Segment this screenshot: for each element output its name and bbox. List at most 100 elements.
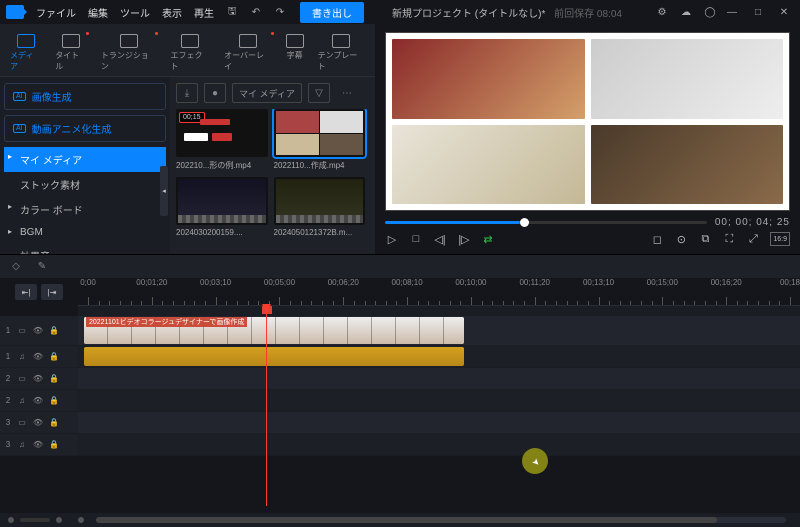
filter-icon[interactable]: ▽ bbox=[308, 83, 330, 103]
track-lane[interactable] bbox=[78, 368, 800, 389]
seek-bar[interactable] bbox=[385, 221, 707, 224]
settings-icon[interactable]: ⚙ bbox=[652, 2, 672, 22]
preview-panel: 00; 00; 04; 25 ▷ □ ◁| |▷ ⇄ ◻ ⊙ ⧉ ⛶ ⤢ 16:… bbox=[375, 24, 800, 254]
sidebar-item-sfx[interactable]: 効果音 bbox=[4, 243, 166, 254]
snap-left-button[interactable]: ⇤| bbox=[15, 284, 37, 300]
visibility-toggle[interactable]: 👁 bbox=[32, 351, 44, 363]
lock-toggle[interactable]: 🔒 bbox=[48, 395, 60, 407]
quality-icon[interactable]: ⊙ bbox=[674, 232, 688, 246]
import-icon[interactable]: ⤓ bbox=[176, 83, 198, 103]
record-icon[interactable]: ● bbox=[204, 83, 226, 103]
more-icon[interactable]: ⋯ bbox=[336, 83, 358, 103]
play-button[interactable]: ▷ bbox=[385, 232, 399, 246]
app-logo-icon[interactable] bbox=[6, 5, 24, 19]
track-lane[interactable] bbox=[78, 390, 800, 411]
menu-file[interactable]: ファイル bbox=[30, 5, 82, 20]
tab-subtitle[interactable]: 字幕 bbox=[280, 30, 310, 76]
compare-icon[interactable]: ⧉ bbox=[698, 232, 712, 246]
visibility-toggle[interactable]: 👁 bbox=[32, 395, 44, 407]
media-item[interactable]: 00;14 2024050121372B.m... bbox=[274, 177, 366, 237]
tab-media[interactable]: メディア bbox=[4, 30, 47, 76]
timeline-scrollbar[interactable] bbox=[96, 517, 786, 523]
fullscreen-icon[interactable]: ⤢ bbox=[746, 232, 760, 246]
track-lane[interactable] bbox=[78, 434, 800, 455]
media-sidebar: AI画像生成 AI動画アニメ化生成 マイ メディア ストック素材 カラー ボード… bbox=[0, 77, 170, 254]
sidebar-item-bgm[interactable]: BGM bbox=[4, 222, 166, 243]
menu-play[interactable]: 再生 bbox=[188, 5, 220, 20]
timeline-toolbar: ◇ ✎ bbox=[0, 254, 800, 278]
collapse-sidebar-button[interactable]: ◂ bbox=[160, 166, 168, 216]
music-icon: ♫ bbox=[16, 395, 28, 407]
minimize-button[interactable]: ― bbox=[722, 2, 742, 22]
lock-toggle[interactable]: 🔒 bbox=[48, 439, 60, 451]
sidebar-item-colorboard[interactable]: カラー ボード bbox=[4, 197, 166, 222]
undo-icon[interactable]: ↶ bbox=[246, 2, 266, 22]
tab-template[interactable]: テンプレート bbox=[312, 30, 371, 76]
next-frame-button[interactable]: |▷ bbox=[457, 232, 471, 246]
tab-overlay[interactable]: オーバーレイ bbox=[218, 30, 278, 76]
film-icon: ▭ bbox=[16, 373, 28, 385]
track-lane[interactable]: 20221101ビデオコラージュデザイナーで画像作成 bbox=[78, 316, 800, 345]
preview-canvas[interactable] bbox=[385, 32, 790, 211]
ai-image-gen-button[interactable]: AI画像生成 bbox=[4, 83, 166, 110]
tab-effect[interactable]: エフェクト bbox=[164, 30, 216, 76]
menu-edit[interactable]: 編集 bbox=[82, 5, 114, 20]
pen-tool-icon[interactable]: ✎ bbox=[34, 259, 50, 275]
save-icon[interactable]: 🖫 bbox=[222, 2, 242, 22]
lock-toggle[interactable]: 🔒 bbox=[48, 351, 60, 363]
close-button[interactable]: ✕ bbox=[774, 2, 794, 22]
tab-title[interactable]: タイトル bbox=[49, 30, 93, 76]
lock-toggle[interactable]: 🔒 bbox=[48, 417, 60, 429]
media-item[interactable]: 00;26 2024030200159.... bbox=[176, 177, 268, 237]
ruler-label: 00;16;20 bbox=[711, 278, 742, 287]
audio-clip[interactable] bbox=[84, 347, 464, 366]
video-clip[interactable]: 20221101ビデオコラージュデザイナーで画像作成 bbox=[84, 317, 464, 344]
stop-button[interactable]: □ bbox=[409, 232, 423, 246]
media-item[interactable]: 00;09 2022110...作成.mp4 bbox=[274, 109, 366, 171]
track-row: 1 ▭ 👁 🔒20221101ビデオコラージュデザイナーで画像作成 bbox=[0, 316, 800, 346]
prev-frame-button[interactable]: ◁| bbox=[433, 232, 447, 246]
fit-icon[interactable]: ⛶ bbox=[722, 232, 736, 246]
keyframe-icon[interactable]: ◇ bbox=[8, 259, 24, 275]
snap-right-button[interactable]: |⇥ bbox=[41, 284, 63, 300]
tab-transition[interactable]: トランジション bbox=[95, 30, 163, 76]
zoom-out-button[interactable] bbox=[8, 517, 14, 523]
seek-knob[interactable] bbox=[520, 218, 529, 227]
film-icon: ▭ bbox=[16, 417, 28, 429]
timeline-ruler[interactable]: 0;0000;01;2000;03;1000;05;0000;06;2000;0… bbox=[78, 278, 800, 306]
track-row: 1 ♫ 👁 🔒 bbox=[0, 346, 800, 368]
ruler-label: 00;08;10 bbox=[392, 278, 423, 287]
maximize-button[interactable]: □ bbox=[748, 2, 768, 22]
track-lane[interactable] bbox=[78, 346, 800, 367]
notification-icon[interactable]: ☁ bbox=[676, 2, 696, 22]
track-lane[interactable] bbox=[78, 412, 800, 433]
visibility-toggle[interactable]: 👁 bbox=[32, 325, 44, 337]
sidebar-item-stock[interactable]: ストック素材 bbox=[4, 172, 166, 197]
menu-tool[interactable]: ツール bbox=[114, 5, 156, 20]
ai-video-gen-button[interactable]: AI動画アニメ化生成 bbox=[4, 115, 166, 142]
snapshot-icon[interactable]: ◻ bbox=[650, 232, 664, 246]
scrollbar-thumb[interactable] bbox=[96, 517, 717, 523]
track-header: 1 ♫ 👁 🔒 bbox=[0, 346, 78, 367]
playhead[interactable] bbox=[266, 306, 267, 506]
account-icon[interactable]: ◯ bbox=[700, 2, 720, 22]
export-button[interactable]: 書き出し bbox=[300, 2, 364, 23]
redo-icon[interactable]: ↷ bbox=[270, 2, 290, 22]
aspect-ratio-button[interactable]: 16:9 bbox=[770, 232, 790, 246]
loop-button[interactable]: ⇄ bbox=[481, 232, 495, 246]
sidebar-item-mymedia[interactable]: マイ メディア bbox=[4, 147, 166, 172]
visibility-toggle[interactable]: 👁 bbox=[32, 373, 44, 385]
media-item[interactable]: 00;15 202210...形の例.mp4 bbox=[176, 109, 268, 171]
menu-view[interactable]: 表示 bbox=[156, 5, 188, 20]
media-filter-dropdown[interactable]: マイ メディア bbox=[232, 83, 302, 103]
ruler-label: 00;18 bbox=[780, 278, 800, 287]
lock-toggle[interactable]: 🔒 bbox=[48, 325, 60, 337]
ruler-label: 00;13;10 bbox=[583, 278, 614, 287]
zoom-fit-button[interactable] bbox=[78, 517, 84, 523]
mouse-cursor-indicator bbox=[522, 448, 548, 474]
media-name: 2022110...作成.mp4 bbox=[274, 160, 366, 171]
lock-toggle[interactable]: 🔒 bbox=[48, 373, 60, 385]
visibility-toggle[interactable]: 👁 bbox=[32, 439, 44, 451]
zoom-in-button[interactable] bbox=[56, 517, 62, 523]
visibility-toggle[interactable]: 👁 bbox=[32, 417, 44, 429]
